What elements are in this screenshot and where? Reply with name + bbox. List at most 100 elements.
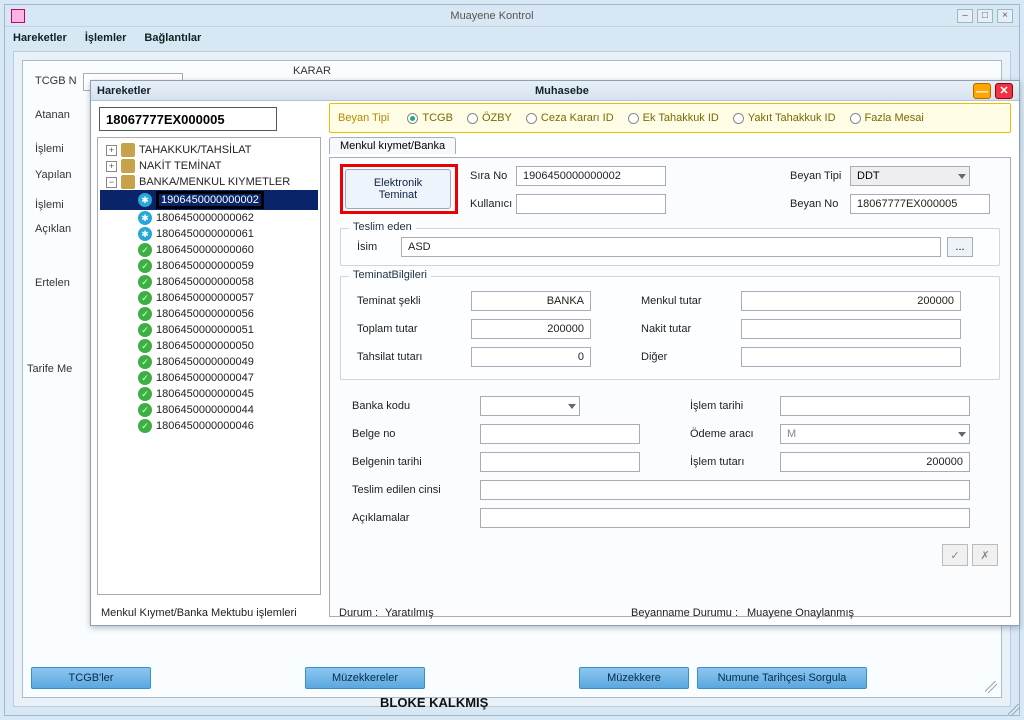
menu-hareketler[interactable]: Hareketler — [13, 32, 67, 44]
check-icon: ✓ — [138, 419, 152, 433]
label-teslim-cinsi: Teslim edilen cinsi — [352, 484, 441, 496]
label-beyan-no: Beyan No — [790, 198, 838, 210]
tree-root[interactable]: +NAKİT TEMİNAT — [100, 158, 318, 174]
beyan-tipi-strip: Beyan Tipi TCGB ÖZBY Ceza Kararı ID Ek T… — [329, 103, 1011, 133]
expand-icon[interactable]: + — [106, 161, 117, 172]
expand-icon[interactable]: + — [106, 145, 117, 156]
tree-label: 1806450000000061 — [156, 228, 254, 240]
tree-child[interactable]: ✱1806450000000061 — [100, 226, 318, 242]
input-isim[interactable] — [401, 237, 941, 257]
input-teslim-cinsi[interactable] — [480, 480, 970, 500]
btn-tcgbler[interactable]: TCGB'ler — [31, 667, 151, 689]
dialog-body: +TAHAKKUK/TAHSİLAT+NAKİT TEMİNAT−BANKA/M… — [91, 101, 1019, 625]
input-tahsilat[interactable] — [471, 347, 591, 367]
tree-child[interactable]: ✓1806450000000056 — [100, 306, 318, 322]
search-input[interactable] — [99, 107, 277, 131]
tab-page: Elektronik Teminat Sıra No Kullanıcı Bey… — [329, 157, 1011, 617]
input-sira-no[interactable] — [516, 166, 666, 186]
label-islem-tutari: İşlem tutarı — [690, 456, 744, 468]
status-bloke: BLOKE KALKMIŞ — [380, 695, 488, 710]
tree-child[interactable]: ✓1806450000000051 — [100, 322, 318, 338]
dialog-minimize-button[interactable]: — — [973, 83, 991, 99]
minimize-button[interactable]: – — [957, 9, 973, 23]
label-odeme-araci: Ödeme aracı — [690, 428, 754, 440]
radio-tcgb[interactable]: TCGB — [407, 112, 453, 124]
tree-label: 1806450000000046 — [156, 420, 254, 432]
tree-root[interactable]: −BANKA/MENKUL KIYMETLER — [100, 174, 318, 190]
expand-icon[interactable]: − — [106, 177, 117, 188]
input-beyan-no[interactable] — [850, 194, 990, 214]
label-tahsilat: Tahsilat tutarı — [357, 351, 422, 363]
combo-banka-kodu[interactable] — [480, 396, 580, 416]
btn-muzekkereler[interactable]: Müzekkereler — [305, 667, 425, 689]
label-menkul: Menkul tutar — [641, 295, 702, 307]
btn-elektronik-teminat[interactable]: Elektronik Teminat — [345, 169, 451, 209]
btn-cancel[interactable]: ✗ — [972, 544, 998, 566]
label-kullanici: Kullanıcı — [470, 198, 512, 210]
label-tarife: Tarife Me — [27, 363, 72, 375]
input-islem-tutari[interactable] — [780, 452, 970, 472]
tree-child[interactable]: ✓1806450000000058 — [100, 274, 318, 290]
folder-icon — [121, 159, 135, 173]
star-icon: ✱ — [138, 211, 152, 225]
close-button[interactable]: × — [997, 9, 1013, 23]
tree-child[interactable]: ✓1806450000000044 — [100, 402, 318, 418]
input-toplam-tutar[interactable] — [471, 319, 591, 339]
input-teminat-sekli[interactable] — [471, 291, 591, 311]
tree-label: 1806450000000047 — [156, 372, 254, 384]
folder-icon — [121, 143, 135, 157]
tree-child[interactable]: ✓1806450000000057 — [100, 290, 318, 306]
check-icon: ✓ — [138, 387, 152, 401]
combo-odeme-araci[interactable]: M — [780, 424, 970, 444]
tree-view[interactable]: +TAHAKKUK/TAHSİLAT+NAKİT TEMİNAT−BANKA/M… — [97, 137, 321, 595]
tree-child[interactable]: ✓1806450000000050 — [100, 338, 318, 354]
label-beyan-tipi: Beyan Tipi — [790, 170, 841, 182]
label-islemi2: İşlemi — [35, 199, 64, 211]
dialog-close-button[interactable]: ✕ — [995, 83, 1013, 99]
group-teminat: TeminatBilgileri Teminat şekli Toplam tu… — [340, 276, 1000, 380]
tree-child[interactable]: ✓1806450000000060 — [100, 242, 318, 258]
resize-grip-icon[interactable] — [985, 681, 997, 693]
label-aciklamalar: Açıklamalar — [352, 512, 409, 524]
input-islem-tarihi[interactable] — [780, 396, 970, 416]
tree-child[interactable]: ✓1806450000000045 — [100, 386, 318, 402]
tree-child[interactable]: ✱1806450000000062 — [100, 210, 318, 226]
tree-child[interactable]: ✓ 1806450000000046 — [100, 418, 318, 434]
outer-title: Muayene Kontrol — [31, 10, 953, 22]
maximize-button[interactable]: □ — [977, 9, 993, 23]
radio-ozby[interactable]: ÖZBY — [467, 112, 512, 124]
btn-isim-browse[interactable]: ... — [947, 237, 973, 257]
footer-beyan-value: Muayene Onaylanmış — [747, 607, 854, 619]
input-menkul[interactable] — [741, 291, 961, 311]
radio-ek[interactable]: Ek Tahakkuk ID — [628, 112, 719, 124]
dialog-titlebar[interactable]: Hareketler Muhasebe — ✕ — [91, 81, 1019, 101]
input-belgenin-tarihi[interactable] — [480, 452, 640, 472]
tree-root[interactable]: +TAHAKKUK/TAHSİLAT — [100, 142, 318, 158]
radio-fazla[interactable]: Fazla Mesai — [850, 112, 924, 124]
menu-baglantilar[interactable]: Bağlantılar — [144, 32, 201, 44]
footer-left-text: Menkul Kıymet/Banka Mektubu işlemleri — [101, 607, 297, 619]
radio-yakit[interactable]: Yakıt Tahakkuk ID — [733, 112, 836, 124]
input-belge-no[interactable] — [480, 424, 640, 444]
outer-resize-grip-icon[interactable] — [1008, 704, 1020, 716]
btn-numune[interactable]: Numune Tarihçesi Sorgula — [697, 667, 867, 689]
btn-muzekkere[interactable]: Müzekkere — [579, 667, 689, 689]
tree-child[interactable]: ✓1806450000000049 — [100, 354, 318, 370]
menu-islemler[interactable]: İşlemler — [85, 32, 127, 44]
label-tcgb: TCGB N — [35, 75, 77, 87]
input-nakit[interactable] — [741, 319, 961, 339]
input-aciklamalar[interactable] — [480, 508, 970, 528]
btn-confirm[interactable]: ✓ — [942, 544, 968, 566]
muhasebe-dialog: Hareketler Muhasebe — ✕ +TAHAKKUK/TAHSİL… — [90, 80, 1020, 626]
tree-child[interactable]: ✱1906450000000002 — [100, 190, 318, 210]
outer-titlebar: Muayene Kontrol – □ × — [5, 5, 1019, 27]
radio-ceza[interactable]: Ceza Kararı ID — [526, 112, 614, 124]
combo-beyan-tipi[interactable]: DDT — [850, 166, 970, 186]
tree-child[interactable]: ✓1806450000000047 — [100, 370, 318, 386]
input-kullanici[interactable] — [516, 194, 666, 214]
tab-menkul-banka[interactable]: Menkul kıymet/Banka — [329, 137, 456, 154]
input-diger[interactable] — [741, 347, 961, 367]
tree-child[interactable]: ✓1806450000000059 — [100, 258, 318, 274]
outer-menubar: Hareketler İşlemler Bağlantılar — [5, 27, 1019, 49]
label-toplam-tutar: Toplam tutar — [357, 323, 418, 335]
